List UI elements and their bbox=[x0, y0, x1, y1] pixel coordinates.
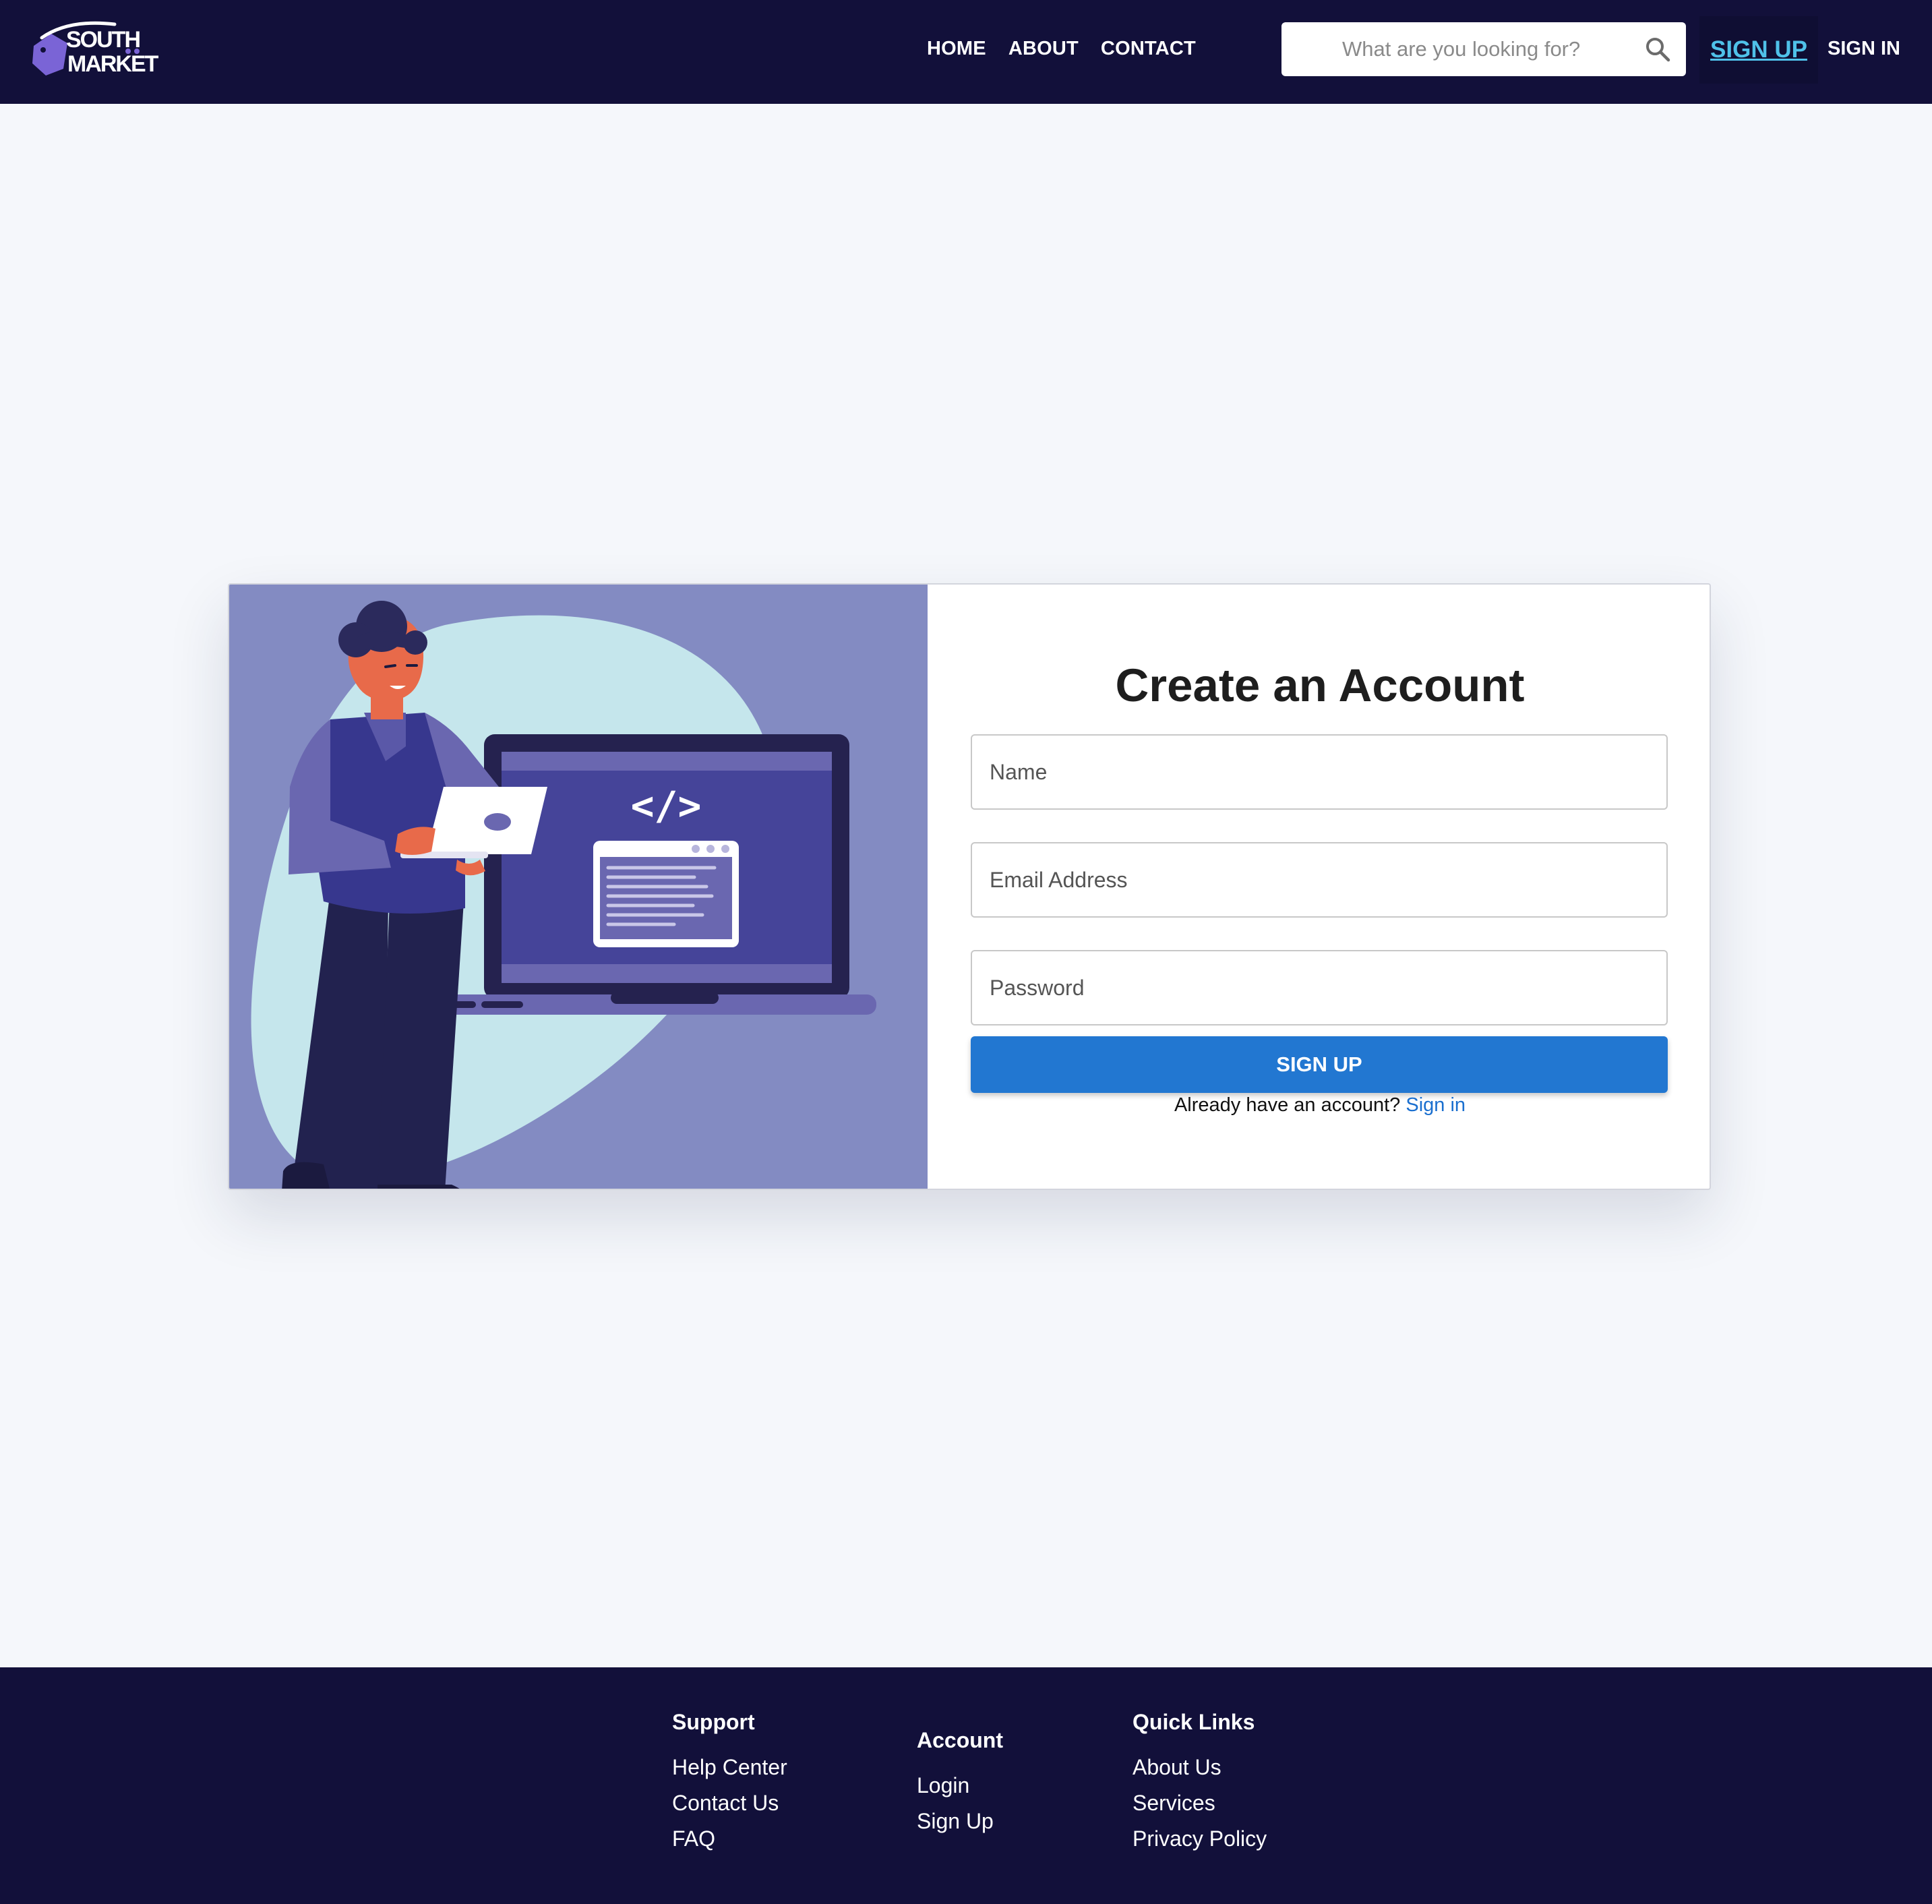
nav-home-link[interactable]: HOME bbox=[927, 38, 986, 60]
footer-link-services[interactable]: Services bbox=[1133, 1791, 1267, 1816]
footer-support-heading: Support bbox=[672, 1710, 755, 1734]
footer-link-login[interactable]: Login bbox=[917, 1773, 1003, 1798]
signup-card: </> Create an Account Name Email Address… bbox=[228, 583, 1711, 1190]
signin-hint: Already have an account? Sign in bbox=[928, 1094, 1710, 1117]
main-nav: HOME ABOUT CONTACT bbox=[927, 38, 1218, 60]
footer-link-privacy-policy[interactable]: Privacy Policy bbox=[1133, 1826, 1267, 1851]
signin-link[interactable]: Sign in bbox=[1406, 1094, 1466, 1116]
footer-support-column: Support Help Center Contact Us FAQ bbox=[672, 1710, 787, 1862]
signup-illustration: </> bbox=[229, 585, 928, 1189]
search-box bbox=[1281, 22, 1686, 76]
email-field[interactable] bbox=[971, 842, 1668, 918]
footer-quick-links-heading: Quick Links bbox=[1133, 1710, 1255, 1734]
nav-contact-link[interactable]: CONTACT bbox=[1101, 38, 1196, 60]
name-field[interactable] bbox=[971, 734, 1668, 810]
footer-link-help-center[interactable]: Help Center bbox=[672, 1755, 787, 1780]
footer-link-faq[interactable]: FAQ bbox=[672, 1826, 787, 1851]
footer-link-about-us[interactable]: About Us bbox=[1133, 1755, 1267, 1780]
form-title: Create an Account bbox=[1115, 659, 1525, 711]
signup-form: Create an Account SIGN UP Already have a… bbox=[928, 585, 1710, 1189]
footer-account-column: Account Login Sign Up bbox=[917, 1728, 1003, 1845]
top-navbar: SOUTH MARKET HOME ABOUT CONTACT SIGN UP … bbox=[0, 0, 1932, 104]
footer-quick-links-column: Quick Links About Us Services Privacy Po… bbox=[1133, 1710, 1267, 1862]
brand-logo[interactable]: SOUTH MARKET bbox=[28, 19, 163, 81]
footer-account-heading: Account bbox=[917, 1728, 1003, 1752]
search-input[interactable] bbox=[1342, 22, 1625, 76]
logo-line2: MARKET bbox=[67, 51, 159, 77]
signin-hint-text: Already have an account? bbox=[1174, 1094, 1401, 1116]
footer-link-contact-us[interactable]: Contact Us bbox=[672, 1791, 787, 1816]
footer-link-signup[interactable]: Sign Up bbox=[917, 1809, 1003, 1834]
signup-submit-button[interactable]: SIGN UP bbox=[971, 1036, 1668, 1093]
nav-signup-link[interactable]: SIGN UP bbox=[1699, 16, 1818, 84]
nav-about-link[interactable]: ABOUT bbox=[1008, 38, 1079, 60]
site-footer: Support Help Center Contact Us FAQ Accou… bbox=[0, 1667, 1932, 1904]
password-field[interactable] bbox=[971, 950, 1668, 1025]
search-icon[interactable] bbox=[1644, 36, 1671, 63]
nav-signin-link[interactable]: SIGN IN bbox=[1828, 38, 1900, 60]
code-symbol: </> bbox=[631, 783, 702, 829]
